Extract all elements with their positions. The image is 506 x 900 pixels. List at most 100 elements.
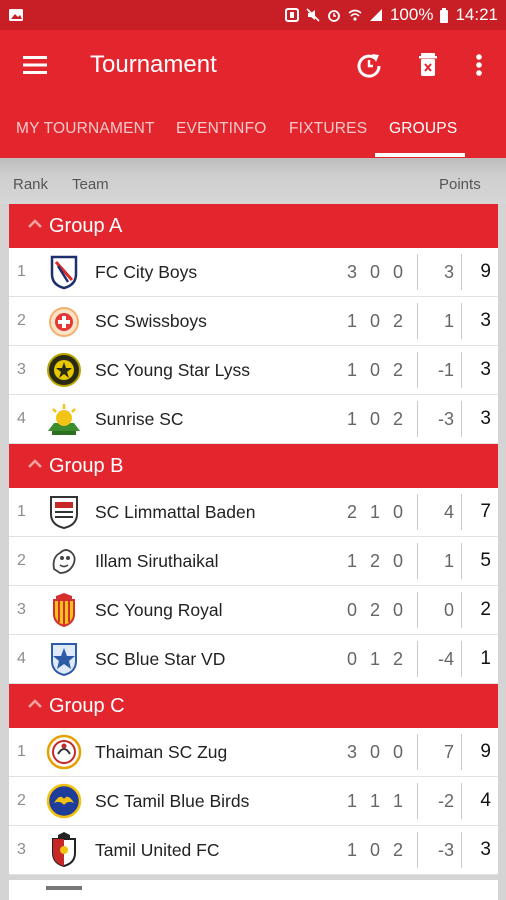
group-header[interactable]: Group B [9, 444, 498, 488]
divider [417, 352, 418, 388]
win-draw-loss: 1 0 2 [346, 360, 407, 380]
chevron-up-icon [28, 219, 42, 228]
group-header[interactable]: Group C [9, 684, 498, 728]
win-draw-loss: 3 0 0 [346, 742, 407, 762]
club-crest-icon [50, 255, 78, 290]
goal-difference: 4 [443, 502, 454, 522]
team-row[interactable]: 2 SC Tamil Blue Birds 1 1 1 -2 4 [9, 777, 498, 826]
more-options-icon[interactable] [464, 50, 494, 80]
status-bar: 100% 14:21 [0, 0, 506, 30]
tab-groups[interactable]: GROUPS [389, 102, 457, 158]
team-row[interactable]: 1 FC City Boys 3 0 0 3 9 [9, 248, 498, 297]
team-row[interactable]: 1 Thaiman SC Zug 3 0 0 7 9 [9, 728, 498, 777]
team-name: SC Limmattal Baden [95, 502, 256, 522]
win-draw-loss: 0 1 2 [346, 649, 407, 669]
rank: 1 [17, 503, 26, 520]
win-draw-loss: 1 0 2 [346, 311, 407, 331]
tab-fixtures[interactable]: FIXTURES [289, 102, 367, 158]
rank-column-label: Rank [13, 176, 49, 193]
team-name: Thaiman SC Zug [95, 742, 228, 762]
club-crest-icon [49, 307, 79, 337]
rank: 3 [17, 601, 26, 618]
next-team-row-partial [9, 880, 498, 900]
divider [417, 254, 418, 290]
club-crest-icon [48, 404, 80, 435]
team-row[interactable]: 4 Sunrise SC 1 0 2 -3 3 [9, 395, 498, 444]
club-crest-icon [46, 886, 82, 890]
divider [417, 543, 418, 579]
standings-list: Group A 1 FC City Boys 3 0 0 3 9 2 SC Sw… [9, 204, 498, 875]
divider [461, 734, 462, 770]
points: 4 [480, 790, 491, 811]
chevron-up-icon [28, 459, 42, 468]
team-name: SC Tamil Blue Birds [95, 791, 250, 811]
team-name: SC Young Star Lyss [95, 360, 251, 380]
divider [461, 254, 462, 290]
club-crest-icon [51, 643, 77, 677]
group-title: Group C [49, 695, 125, 717]
status-icons: 100% 14:21 [284, 0, 498, 30]
rank: 2 [17, 312, 26, 329]
team-row[interactable]: 2 SC Swissboys 1 0 2 1 3 [9, 297, 498, 346]
team-row[interactable]: 3 SC Young Star Lyss 1 0 2 -1 3 [9, 346, 498, 395]
delete-icon[interactable] [413, 50, 443, 80]
club-crest-icon [47, 353, 81, 387]
club-crest-icon [50, 496, 78, 530]
team-name: Tamil United FC [95, 840, 220, 860]
mute-icon [306, 8, 320, 22]
goal-difference: 3 [443, 262, 454, 282]
group-header[interactable]: Group A [9, 204, 498, 248]
team-name: Sunrise SC [95, 409, 184, 429]
divider [461, 303, 462, 339]
signal-icon [369, 9, 382, 21]
menu-icon[interactable] [22, 52, 48, 78]
club-crest-icon [52, 549, 76, 574]
divider [417, 494, 418, 530]
points-column-label: Points [439, 176, 481, 193]
team-row[interactable]: 1 SC Limmattal Baden 2 1 0 4 7 [9, 488, 498, 537]
team-row[interactable]: 3 Tamil United FC 1 0 2 -3 3 [9, 826, 498, 875]
alarm-icon [328, 10, 340, 22]
group-title: Group A [49, 215, 123, 237]
tab-eventinfo[interactable]: EVENTINFO [176, 102, 267, 158]
goal-difference: -4 [437, 649, 454, 669]
goal-difference: -3 [437, 840, 454, 860]
rank: 1 [17, 263, 26, 280]
rank: 4 [17, 410, 26, 427]
goal-difference: -1 [437, 360, 454, 380]
divider [417, 734, 418, 770]
divider [461, 401, 462, 437]
battery-icon [440, 7, 449, 23]
tab-bar: MY TOURNAMENT EVENTINFO FIXTURES GROUPS [0, 102, 506, 158]
active-tab-indicator [375, 153, 465, 157]
points: 9 [480, 741, 491, 762]
nfc-icon [284, 8, 299, 22]
points: 2 [480, 599, 491, 620]
team-column-label: Team [72, 176, 109, 193]
battery-percent: 100% [389, 5, 434, 24]
win-draw-loss: 0 2 0 [346, 600, 407, 620]
team-row[interactable]: 2 Illam Siruthaikal 1 2 0 1 5 [9, 537, 498, 586]
team-name: SC Blue Star VD [95, 649, 226, 669]
club-crest-icon [46, 783, 82, 819]
goal-difference: 1 [443, 551, 454, 571]
divider [417, 303, 418, 339]
divider [461, 832, 462, 868]
tab-my-tournament[interactable]: MY TOURNAMENT [16, 102, 155, 158]
team-name: FC City Boys [95, 262, 198, 282]
app-bar: Tournament [0, 30, 506, 102]
points: 3 [480, 310, 491, 331]
team-name: Illam Siruthaikal [95, 551, 219, 571]
divider [461, 543, 462, 579]
refresh-icon[interactable] [354, 50, 384, 80]
rank: 2 [17, 792, 26, 809]
club-crest-icon [46, 734, 82, 770]
goal-difference: 1 [443, 311, 454, 331]
chevron-up-icon [28, 699, 42, 708]
team-name: SC Young Royal [95, 600, 223, 620]
points: 7 [480, 501, 491, 522]
team-row[interactable]: 4 SC Blue Star VD 0 1 2 -4 1 [9, 635, 498, 684]
divider [417, 401, 418, 437]
team-row[interactable]: 3 SC Young Royal 0 2 0 0 2 [9, 586, 498, 635]
divider [417, 641, 418, 677]
